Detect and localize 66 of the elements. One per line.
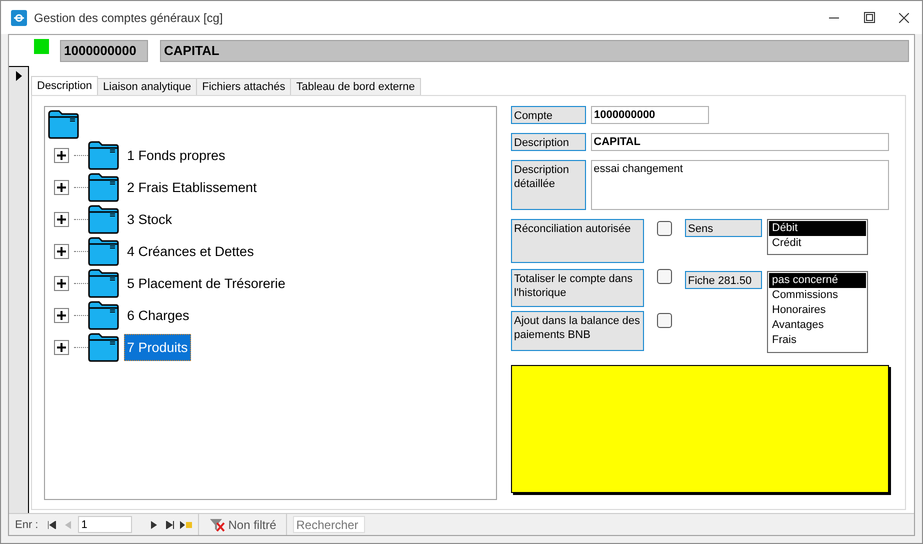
tab[interactable]: Tableau de bord externe [290,78,421,95]
folder-icon [48,110,79,138]
window-title: Gestion des comptes généraux [cg] [34,10,224,24]
restore-icon[interactable] [864,12,874,23]
folder-icon [88,236,119,266]
record-selector[interactable] [9,66,29,513]
expand-icon[interactable] [54,244,69,258]
field-label: Description [511,133,586,151]
expand-icon[interactable] [54,180,69,194]
expand-icon[interactable] [54,340,69,354]
folder-icon [88,332,119,362]
last-record-icon[interactable] [166,520,174,528]
list-item[interactable]: pas concerné [769,273,866,288]
list-item[interactable]: Frais [769,333,866,348]
checkbox[interactable] [657,269,672,284]
option-label: Réconciliation autorisée [511,219,644,263]
expand-icon[interactable] [54,276,69,290]
list-item[interactable]: Honoraires [769,303,866,318]
folder-icon [88,204,119,234]
expand-icon[interactable] [54,212,69,226]
option-label: Totaliser le compte dans l'historique [511,269,644,307]
expand-icon[interactable] [54,308,69,322]
first-record-icon[interactable] [48,520,56,528]
list-box[interactable]: Débit Crédit [767,219,868,255]
list-box[interactable]: pas concerné Commissions Honoraires Avantages Frais [767,271,868,353]
new-record-icon[interactable] [180,520,192,528]
folder-icon [88,172,119,202]
list-item[interactable]: Avantages [769,318,866,333]
list-item[interactable]: Commissions [769,288,866,303]
filter-button[interactable]: Non filtré [203,518,282,532]
filter-off-icon [209,518,226,532]
next-record-icon[interactable] [151,520,158,528]
list-label: Fiche 281.50 [685,271,762,289]
list-item[interactable]: Crédit [769,236,866,251]
folder-icon [88,140,119,170]
field-label: Compte [511,106,586,124]
expand-icon[interactable] [54,148,69,162]
text-field[interactable]: CAPITAL [590,133,889,151]
text-field[interactable]: 1000000000 [591,106,709,124]
text-field[interactable]: essai changement [590,160,889,210]
account-number: 1000000000 [60,40,148,62]
tree-item[interactable]: 5 Placement de Trésorerie [124,270,288,296]
record-label: Enr : [15,518,38,530]
current-record-icon [16,71,22,81]
list-item[interactable]: Débit [769,221,866,236]
tree-item[interactable]: 4 Créances et Dettes [124,238,257,264]
field-label: Description détaillée [511,160,586,210]
list-label: Sens [685,219,762,237]
checkbox[interactable] [657,221,672,236]
folder-icon [88,268,119,298]
tree-item[interactable]: 2 Frais Etablissement [124,174,260,200]
search-field[interactable]: Rechercher [293,516,366,533]
tree-item[interactable]: 7 Produits [124,334,191,360]
tree-item[interactable]: 6 Charges [124,302,192,328]
checkbox[interactable] [657,313,672,328]
tree-item[interactable]: 3 Stock [124,206,176,232]
tree-item[interactable]: 1 Fonds propres [124,142,228,168]
record-field[interactable]: 1 [78,516,132,533]
option-label: Ajout dans la balance des paiements BNB [511,311,644,351]
folder-icon [88,300,119,330]
account-name: CAPITAL [160,40,909,62]
app-icon [11,10,27,26]
tab[interactable]: Fichiers attachés [196,78,292,95]
tab[interactable]: Liaison analytique [97,78,198,95]
tab[interactable]: Description [31,76,98,95]
close-icon[interactable] [899,12,909,22]
